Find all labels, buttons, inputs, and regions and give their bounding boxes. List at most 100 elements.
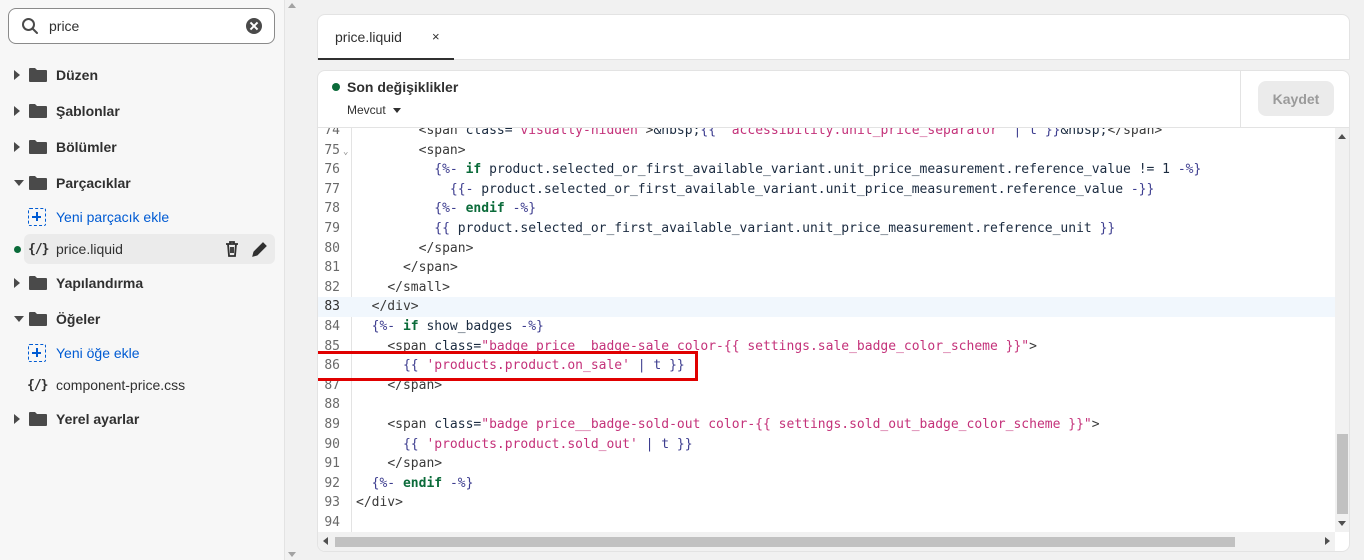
caret-right-icon[interactable] (14, 70, 20, 80)
scroll-up-icon[interactable] (288, 3, 296, 8)
code-text: <span> (418, 142, 466, 158)
code-line[interactable]: 84 {%- if show_badges -%} (318, 317, 1335, 337)
editor-panel: Son değişiklikler Mevcut Kaydet 74 <span… (317, 70, 1350, 552)
folder-3[interactable]: Parçacıklar (0, 168, 280, 198)
line-number: 94 (324, 515, 340, 530)
scroll-up-icon[interactable] (1338, 134, 1346, 139)
code-line[interactable]: 91 </span> (318, 454, 1335, 474)
caret-right-icon[interactable] (14, 142, 20, 152)
scroll-right-icon[interactable] (1325, 537, 1330, 545)
scroll-down-icon[interactable] (1338, 521, 1346, 526)
folder-icon (28, 139, 48, 155)
code-line[interactable]: 93 </div> (318, 493, 1335, 513)
code-area[interactable]: 74 <span class="visually-hidden">&nbsp;{… (318, 128, 1335, 532)
caret-right-icon[interactable] (14, 278, 20, 288)
line-number: 80 (324, 240, 340, 256)
line-number: 90 (324, 436, 340, 452)
folder-4[interactable]: Yapılandırma (0, 268, 280, 298)
line-number: 88 (324, 397, 340, 413)
tab-label: price.liquid (335, 29, 402, 45)
caret-right-icon[interactable] (14, 414, 20, 424)
line-number: 81 (324, 260, 340, 276)
folder-5[interactable]: Öğeler (0, 304, 280, 334)
code-line[interactable]: 94 (318, 513, 1335, 532)
folder-icon (28, 275, 48, 291)
line-number: 74 (324, 128, 340, 138)
add-label: Yeni öğe ekle (56, 345, 140, 361)
code-line[interactable]: 80 </span> (318, 239, 1335, 259)
code-text: {{- product.selected_or_first_available_… (449, 181, 1155, 197)
chevron-down-icon (392, 108, 401, 114)
tab-price-liquid[interactable]: price.liquid × (318, 15, 454, 60)
code-line[interactable]: 92 {%- endif -%} (318, 474, 1335, 494)
folder-icon (28, 175, 48, 191)
code-text: </small> (387, 279, 450, 295)
code-text: </div> (371, 299, 419, 315)
code-text: {%- if product.selected_or_first_availab… (434, 162, 1202, 178)
modified-dot (14, 246, 21, 253)
scrollbar-thumb[interactable] (335, 537, 1235, 547)
code-line[interactable]: 82 </small> (318, 278, 1335, 298)
line-number: 78 (324, 201, 340, 217)
folder-2[interactable]: Bölümler (0, 132, 280, 162)
code-line[interactable]: 74 <span class="visually-hidden">&nbsp;{… (318, 128, 1335, 141)
version-label: Mevcut (347, 103, 386, 117)
code-line[interactable]: 76 {%- if product.selected_or_first_avai… (318, 160, 1335, 180)
annotation-highlight-box (318, 351, 698, 382)
code-line[interactable]: 83 </div> (318, 297, 1335, 317)
delete-icon[interactable] (222, 239, 242, 259)
file-component-price-css[interactable]: {/} component-price.css (0, 370, 280, 400)
line-number: 82 (324, 279, 340, 295)
scroll-down-icon[interactable] (288, 552, 296, 557)
code-line[interactable]: 75 ⌄ <span> (318, 141, 1335, 161)
code-editor: price.liquid × Son değişiklikler Mevcut … (317, 14, 1350, 552)
folder-0[interactable]: Düzen (0, 60, 280, 90)
code-text: {%- endif -%} (434, 201, 537, 217)
scrollbar-thumb[interactable] (1337, 434, 1348, 514)
search-icon (22, 18, 38, 34)
caret-right-icon[interactable] (14, 106, 20, 116)
close-tab-icon[interactable]: × (432, 29, 440, 44)
add-snippet-button[interactable]: Yeni parçacık ekle (0, 202, 280, 232)
line-number: 93 (324, 495, 340, 511)
code-line[interactable]: 81 </span> (318, 258, 1335, 278)
code-line[interactable]: 79 {{ product.selected_or_first_availabl… (318, 219, 1335, 239)
caret-down-icon[interactable] (14, 316, 24, 322)
code-text: {%- endif -%} (371, 475, 474, 491)
code-line[interactable]: 78 {%- endif -%} (318, 199, 1335, 219)
add-asset-button[interactable]: Yeni öğe ekle (0, 338, 280, 368)
file-price-liquid[interactable]: {/} price.liquid (24, 234, 275, 264)
code-text: </span> (402, 260, 458, 276)
code-line[interactable]: 77 {{- product.selected_or_first_availab… (318, 180, 1335, 200)
editor-tabs: price.liquid × (317, 14, 1350, 60)
folder-label: Öğeler (56, 311, 101, 327)
folder-1[interactable]: Şablonlar (0, 96, 280, 126)
code-text: </span> (387, 456, 443, 472)
sidebar-scrollbar[interactable] (284, 0, 298, 560)
code-text: {{ product.selected_or_first_available_v… (434, 221, 1116, 236)
folder-label: Düzen (56, 67, 98, 83)
search-input[interactable] (49, 15, 239, 37)
line-number: 83 (324, 299, 340, 315)
code-line[interactable]: 90 {{ 'products.product.sold_out' | t }} (318, 435, 1335, 455)
clear-search-icon[interactable] (246, 18, 262, 34)
code-line[interactable]: 89 <span class="badge price__badge-sold-… (318, 415, 1335, 435)
code-text: </span> (418, 240, 474, 256)
code-text: <span class="badge price__badge-sold-out… (387, 417, 1100, 432)
search-box[interactable] (8, 8, 275, 44)
line-number: 77 (324, 181, 340, 197)
horizontal-scrollbar[interactable] (318, 532, 1335, 551)
version-select[interactable]: Mevcut (347, 103, 401, 117)
line-number: 89 (324, 417, 340, 432)
file-label: component-price.css (56, 377, 186, 393)
line-number: 91 (324, 456, 340, 472)
save-button[interactable]: Kaydet (1258, 81, 1334, 116)
folder-6[interactable]: Yerel ayarlar (0, 404, 280, 434)
vertical-scrollbar[interactable] (1335, 128, 1349, 532)
folder-label: Şablonlar (56, 103, 120, 119)
caret-down-icon[interactable] (14, 180, 24, 186)
editor-header: Son değişiklikler Mevcut Kaydet (318, 71, 1349, 128)
pencil-icon[interactable] (250, 239, 270, 259)
code-line[interactable]: 88 (318, 395, 1335, 415)
scroll-left-icon[interactable] (323, 537, 328, 545)
